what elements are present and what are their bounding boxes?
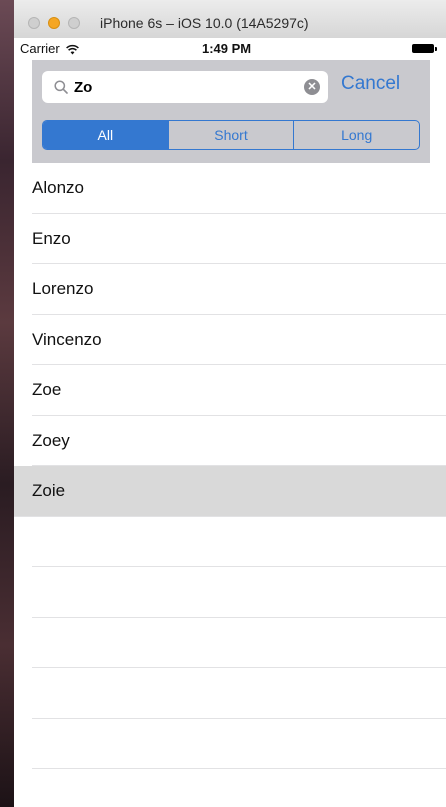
search-icon [54,80,68,94]
row-label: Vincenzo [32,329,102,349]
table-row[interactable]: Lorenzo [32,264,446,315]
clear-text-icon[interactable]: ✕ [304,79,320,95]
window-title-bar[interactable]: iPhone 6s – iOS 10.0 (14A5297c) [14,0,446,39]
status-time: 1:49 PM [202,41,252,56]
empty-table-row [32,618,446,668]
empty-table-row [32,719,446,769]
scope-segmented-control: All Short Long [42,120,420,150]
desktop-background [0,0,14,807]
table-row[interactable]: Alonzo [32,163,446,214]
table-row[interactable]: Vincenzo [32,315,446,365]
scope-segment-long[interactable]: Long [294,121,419,149]
cancel-button[interactable]: Cancel [341,73,400,95]
search-input[interactable] [74,71,304,103]
scope-segment-short[interactable]: Short [169,121,295,149]
row-label: Zoey [32,430,70,450]
row-label: Enzo [32,228,71,248]
close-window-button[interactable] [28,17,40,29]
row-label: Alonzo [32,178,84,197]
window-title: iPhone 6s – iOS 10.0 (14A5297c) [100,15,309,31]
empty-table-row [32,517,446,567]
table-row[interactable]: Enzo [32,214,446,264]
row-label: Zoe [32,380,62,399]
row-label: Lorenzo [32,279,94,298]
results-table: Alonzo Enzo Lorenzo Vincenzo Zoe Zoey Zo… [14,163,446,769]
zoom-window-button[interactable] [68,17,80,29]
empty-table-row [32,567,446,618]
battery-icon [412,44,437,53]
simulator-window: iPhone 6s – iOS 10.0 (14A5297c) Carrier … [14,0,446,807]
row-label: Zoie [32,481,66,500]
carrier-indicator: Carrier [20,41,80,56]
empty-table-row [32,668,446,719]
search-bar-container: ✕ Cancel All Short Long [32,60,430,163]
scope-segment-all[interactable]: All [43,121,169,149]
table-row[interactable]: Zoey [32,416,446,466]
minimize-window-button[interactable] [48,17,60,29]
table-row[interactable]: Zoe [32,365,446,416]
wifi-icon [66,44,80,55]
status-bar: Carrier 1:49 PM [14,38,446,58]
carrier-label: Carrier [20,41,60,56]
table-row-highlighted[interactable]: Zoie [14,466,446,517]
search-field[interactable]: ✕ [42,71,328,103]
